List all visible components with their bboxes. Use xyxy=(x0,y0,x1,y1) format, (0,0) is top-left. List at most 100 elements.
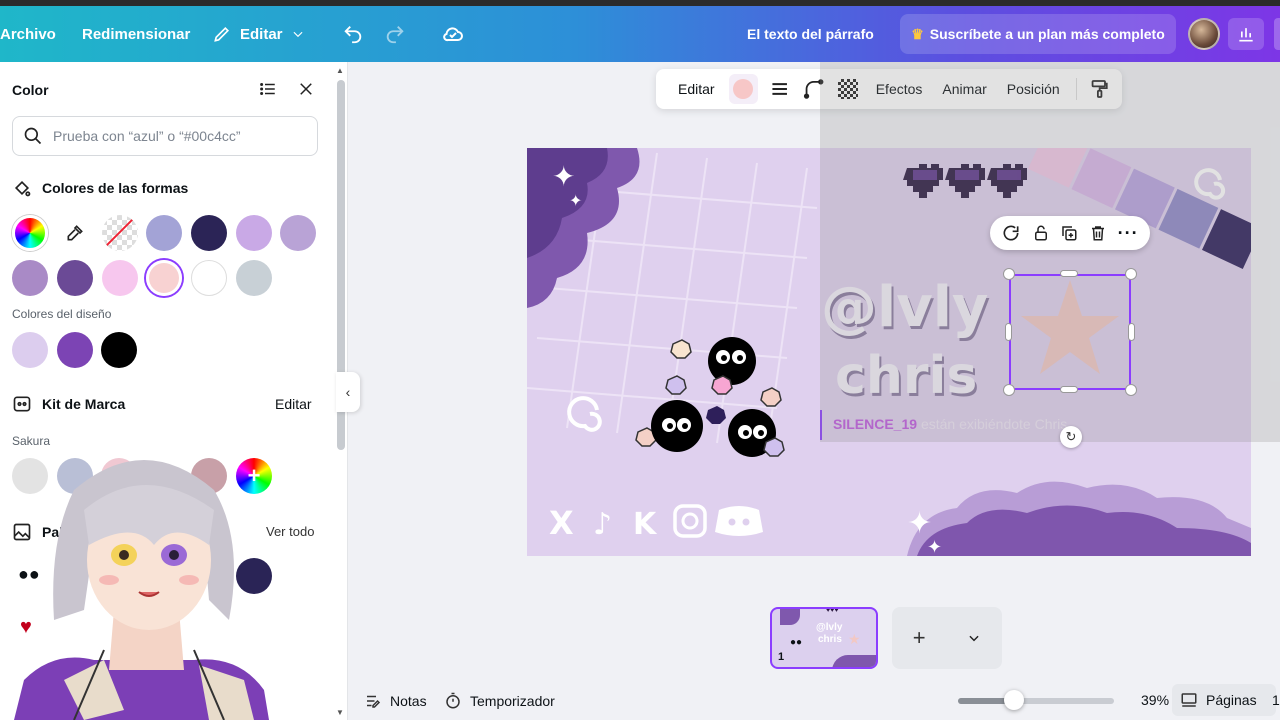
zoom-slider-track[interactable] xyxy=(958,698,1114,704)
palette-bucket-icon xyxy=(14,180,31,197)
pencil-icon xyxy=(214,26,230,42)
notes-button[interactable]: Notas xyxy=(364,692,427,710)
pages-button[interactable]: Páginas xyxy=(1172,684,1276,716)
sparkle-icon: ✦ xyxy=(927,537,942,556)
x-icon: X xyxy=(549,504,574,542)
resize-handle-right[interactable] xyxy=(1128,323,1135,341)
shape-color-swatch[interactable] xyxy=(191,260,227,296)
share-button-edge[interactable] xyxy=(1274,18,1280,50)
kofi-icon: K xyxy=(633,507,658,542)
instagram-icon xyxy=(673,504,707,538)
page-count[interactable]: 1 xyxy=(1272,692,1280,708)
timer-icon xyxy=(446,692,460,709)
page-thumbnail[interactable]: ♥♥♥ @lvly chris ★ ●● 1 xyxy=(770,607,878,669)
insights-button[interactable] xyxy=(1228,18,1264,50)
brand-name-label: Sakura xyxy=(12,434,51,448)
chevron-down-icon xyxy=(293,31,303,38)
selection-toolbar: ··· xyxy=(990,216,1150,250)
brand-kit-edit-link[interactable]: Editar xyxy=(275,396,312,412)
thumbnail-page-number: 1 xyxy=(778,651,785,663)
timer-button[interactable]: Temporizador xyxy=(444,692,555,710)
resize-handle[interactable] xyxy=(1003,268,1015,280)
brand-kit-heading: Kit de Marca xyxy=(12,394,125,414)
panel-title: Color xyxy=(12,82,49,98)
lock-icon[interactable] xyxy=(1032,224,1050,242)
transparent-swatch[interactable] xyxy=(102,215,138,251)
user-avatar[interactable] xyxy=(1188,18,1220,50)
color-picker-rainbow[interactable] xyxy=(12,215,48,251)
bottom-bar: Notas Temporizador 39% Páginas 1 xyxy=(348,680,1280,720)
thumbnail-text-2: chris xyxy=(818,634,842,645)
search-icon xyxy=(24,127,42,145)
redo-button[interactable] xyxy=(384,6,406,62)
undo-button[interactable] xyxy=(342,6,364,62)
shape-color-swatch[interactable] xyxy=(102,260,138,296)
shape-colors-heading: Colores de las formas xyxy=(12,178,188,198)
shape-color-swatch[interactable] xyxy=(191,215,227,251)
border-style-icon[interactable] xyxy=(770,79,789,99)
sparkle-icon: ✦ xyxy=(569,191,582,210)
vtuber-avatar-overlay xyxy=(14,460,269,720)
selection-box[interactable] xyxy=(1009,274,1131,390)
fill-color-swatch xyxy=(733,79,754,99)
comment-add-icon[interactable] xyxy=(1001,223,1021,243)
tiktok-icon: ♪ xyxy=(593,507,612,542)
fill-color-button[interactable] xyxy=(728,74,758,104)
chevron-down-icon[interactable] xyxy=(967,631,981,645)
document-title[interactable]: El texto del párrafo xyxy=(747,6,874,62)
toolbar-editar-button[interactable]: Editar xyxy=(668,81,725,97)
resize-handle[interactable] xyxy=(1125,384,1137,396)
list-view-icon[interactable] xyxy=(259,80,277,98)
sparkle-icon: ✦ xyxy=(907,506,932,541)
duplicate-icon[interactable] xyxy=(1060,224,1078,242)
brand-kit-icon xyxy=(13,396,31,412)
eyedropper-button[interactable] xyxy=(57,215,93,251)
shape-color-swatch[interactable] xyxy=(236,215,272,251)
shape-color-swatch[interactable] xyxy=(236,260,272,296)
top-bar: Archivo Redimensionar Editar El texto de… xyxy=(0,6,1280,62)
scroll-down-arrow[interactable]: ▼ xyxy=(336,708,344,717)
design-color-swatch[interactable] xyxy=(57,332,93,368)
bar-chart-icon xyxy=(1239,28,1253,42)
undo-icon xyxy=(344,26,362,44)
shape-color-swatch[interactable] xyxy=(280,215,316,251)
discord-icon xyxy=(715,506,763,536)
resize-handle-bottom[interactable] xyxy=(1060,386,1078,393)
zoom-level[interactable]: 39% xyxy=(1141,692,1169,708)
design-color-swatch[interactable] xyxy=(101,332,137,368)
plus-icon[interactable]: + xyxy=(913,625,926,651)
color-search-input[interactable]: Prueba con “azul” o “#00c4cc” xyxy=(12,116,318,156)
add-page-button[interactable]: + xyxy=(892,607,1002,669)
thumbnail-text-1: @lvly xyxy=(816,622,843,633)
resize-handle-left[interactable] xyxy=(1005,323,1012,341)
crown-icon: ♛ xyxy=(911,25,924,42)
scroll-up-arrow[interactable]: ▲ xyxy=(336,66,344,75)
pages-icon xyxy=(1181,693,1197,707)
zoom-slider-thumb[interactable] xyxy=(1004,690,1024,710)
sparkle-icon: ✦ xyxy=(552,160,575,193)
cloud-saved-button[interactable] xyxy=(441,6,465,62)
redimensionar-button[interactable]: Redimensionar xyxy=(82,6,190,62)
more-options-icon[interactable]: ··· xyxy=(1118,223,1139,244)
shape-color-swatch[interactable] xyxy=(12,260,48,296)
trash-icon[interactable] xyxy=(1089,224,1107,242)
social-icons: X ♪ K xyxy=(549,504,763,542)
archivo-menu[interactable]: Archivo xyxy=(0,6,56,62)
resize-handle[interactable] xyxy=(1125,268,1137,280)
shape-color-swatch-selected[interactable] xyxy=(146,260,182,296)
shape-color-swatch[interactable] xyxy=(57,260,93,296)
cloud-check-icon xyxy=(443,27,463,42)
notes-icon xyxy=(367,695,381,708)
shape-color-swatch[interactable] xyxy=(146,215,182,251)
close-icon[interactable] xyxy=(297,80,315,98)
resize-handle-top[interactable] xyxy=(1060,270,1078,277)
editar-menu[interactable]: Editar xyxy=(212,6,305,62)
design-color-swatch[interactable] xyxy=(12,332,48,368)
rotate-handle[interactable]: ↻ xyxy=(1060,426,1082,448)
collapse-panel-button[interactable]: ‹ xyxy=(336,372,360,412)
redo-icon xyxy=(386,26,404,44)
eyedropper-icon xyxy=(67,225,83,241)
design-colors-label: Colores del diseño xyxy=(12,307,112,321)
resize-handle[interactable] xyxy=(1003,384,1015,396)
subscribe-button[interactable]: ♛ Suscríbete a un plan más completo xyxy=(900,14,1176,54)
